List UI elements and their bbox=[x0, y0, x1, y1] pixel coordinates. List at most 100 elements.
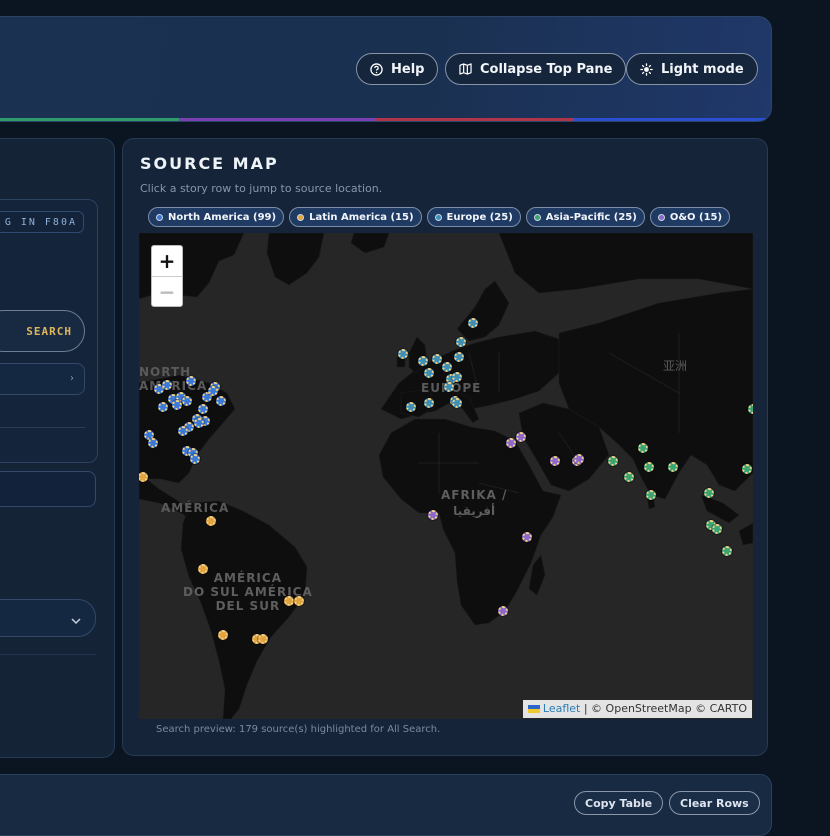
search-preview-text: Search preview: 179 source(s) highlighte… bbox=[156, 724, 441, 735]
map-canvas[interactable]: NORTH AMERICA EUROPE 亚洲 AFRIKA / أفريقيا… bbox=[139, 233, 753, 719]
attribution-text: | © OpenStreetMap © CARTO bbox=[580, 702, 747, 715]
divider bbox=[0, 427, 85, 428]
source-marker[interactable] bbox=[284, 596, 294, 606]
text-input[interactable] bbox=[0, 471, 96, 507]
source-marker[interactable] bbox=[742, 464, 752, 474]
source-marker[interactable] bbox=[668, 462, 678, 472]
source-marker[interactable] bbox=[522, 532, 532, 542]
region-dot-icon bbox=[156, 213, 163, 221]
source-marker[interactable] bbox=[162, 380, 172, 390]
zoom-in-button[interactable]: + bbox=[152, 246, 182, 276]
source-marker[interactable] bbox=[456, 337, 466, 347]
source-marker[interactable] bbox=[216, 396, 226, 406]
top-pane: Help Collapse Top Pane Light mode bbox=[0, 16, 772, 122]
help-button[interactable]: Help bbox=[356, 53, 439, 85]
source-marker[interactable] bbox=[258, 634, 268, 644]
source-marker[interactable] bbox=[498, 606, 508, 616]
source-marker[interactable] bbox=[454, 352, 464, 362]
source-marker[interactable] bbox=[506, 438, 516, 448]
source-marker[interactable] bbox=[624, 472, 634, 482]
source-marker[interactable] bbox=[206, 516, 216, 526]
map-attribution: Leaflet | © OpenStreetMap © CARTO bbox=[522, 700, 752, 718]
source-marker[interactable] bbox=[398, 349, 408, 359]
source-marker[interactable] bbox=[294, 596, 304, 606]
source-marker[interactable] bbox=[208, 386, 218, 396]
map-label-africa: AFRIKA / أفريقيا bbox=[441, 488, 508, 518]
chevron-down-icon bbox=[71, 610, 81, 629]
source-marker[interactable] bbox=[158, 402, 168, 412]
dropdown-select[interactable] bbox=[0, 599, 96, 637]
source-marker[interactable] bbox=[424, 368, 434, 378]
source-marker[interactable] bbox=[178, 426, 188, 436]
source-marker[interactable] bbox=[550, 456, 560, 466]
source-marker[interactable] bbox=[428, 510, 438, 520]
source-marker[interactable] bbox=[452, 398, 462, 408]
source-marker[interactable] bbox=[722, 546, 732, 556]
source-marker[interactable] bbox=[442, 362, 452, 372]
source-marker[interactable] bbox=[644, 462, 654, 472]
copy-table-button[interactable]: Copy Table bbox=[574, 791, 664, 815]
source-marker[interactable] bbox=[432, 354, 442, 364]
chip-asia-pacific[interactable]: Asia-Pacific (25) bbox=[525, 207, 645, 227]
source-marker[interactable] bbox=[194, 418, 204, 428]
chip-europe[interactable]: Europe (25) bbox=[426, 207, 521, 227]
source-map-title: SOURCE MAP bbox=[140, 154, 279, 173]
zoom-control: + − bbox=[151, 245, 183, 307]
chip-north-america[interactable]: North America (99) bbox=[148, 207, 285, 227]
source-marker[interactable] bbox=[748, 404, 753, 414]
region-dot-icon bbox=[657, 213, 665, 221]
source-marker[interactable] bbox=[198, 404, 208, 414]
source-marker[interactable] bbox=[712, 524, 722, 534]
region-dot-icon bbox=[533, 213, 541, 221]
search-button[interactable]: SEARCH bbox=[0, 310, 85, 352]
filter-row[interactable]: › bbox=[0, 363, 85, 395]
source-map-panel: SOURCE MAP Click a story row to jump to … bbox=[122, 138, 768, 756]
source-marker[interactable] bbox=[218, 630, 228, 640]
sun-icon bbox=[640, 62, 653, 76]
accent-stripe bbox=[0, 118, 771, 121]
help-circle-icon bbox=[370, 62, 383, 76]
map-label-america: AMÉRICA bbox=[161, 501, 230, 515]
source-marker[interactable] bbox=[452, 372, 462, 382]
source-marker[interactable] bbox=[468, 318, 478, 328]
source-marker[interactable] bbox=[516, 432, 526, 442]
map-label-south-america: AMÉRICA DO SUL AMÉRICA DEL SUR bbox=[183, 571, 313, 613]
source-marker[interactable] bbox=[418, 356, 428, 366]
source-marker[interactable] bbox=[148, 438, 158, 448]
source-marker[interactable] bbox=[574, 454, 584, 464]
collapse-top-pane-label: Collapse Top Pane bbox=[480, 61, 613, 77]
chip-latin-america[interactable]: Latin America (15) bbox=[289, 207, 422, 227]
source-marker[interactable] bbox=[182, 396, 192, 406]
divider bbox=[0, 654, 96, 655]
clear-rows-button[interactable]: Clear Rows bbox=[669, 791, 760, 815]
source-marker[interactable] bbox=[186, 376, 196, 386]
collapse-top-pane-button[interactable]: Collapse Top Pane bbox=[445, 53, 627, 85]
region-dot-icon bbox=[297, 213, 305, 221]
map-icon bbox=[459, 63, 472, 75]
region-chips: North America (99) Latin America (15) Eu… bbox=[148, 207, 731, 227]
filter-tag: G IN F80A bbox=[0, 211, 84, 233]
filter-card: G IN F80A SEARCH › bbox=[0, 199, 98, 463]
source-marker[interactable] bbox=[444, 382, 454, 392]
help-button-label: Help bbox=[391, 61, 425, 77]
world-map-svg bbox=[139, 233, 753, 719]
source-marker[interactable] bbox=[190, 454, 200, 464]
source-marker[interactable] bbox=[608, 456, 618, 466]
source-marker[interactable] bbox=[198, 564, 208, 574]
light-mode-label: Light mode bbox=[661, 61, 744, 77]
left-panel: G IN F80A SEARCH › bbox=[0, 138, 115, 758]
source-marker[interactable] bbox=[424, 398, 434, 408]
source-marker[interactable] bbox=[172, 400, 182, 410]
source-marker[interactable] bbox=[406, 402, 416, 412]
chip-o-and-o[interactable]: O&O (15) bbox=[649, 207, 731, 227]
leaflet-link[interactable]: Leaflet bbox=[543, 702, 580, 715]
source-map-subtitle: Click a story row to jump to source loca… bbox=[140, 182, 383, 195]
source-marker[interactable] bbox=[646, 490, 656, 500]
light-mode-button[interactable]: Light mode bbox=[626, 53, 758, 85]
region-dot-icon bbox=[434, 213, 442, 221]
source-marker[interactable] bbox=[704, 488, 714, 498]
zoom-out-button[interactable]: − bbox=[152, 276, 182, 307]
bottom-pane: Copy Table Clear Rows bbox=[0, 774, 772, 836]
source-marker[interactable] bbox=[638, 443, 648, 453]
ukraine-flag-icon bbox=[527, 705, 540, 713]
